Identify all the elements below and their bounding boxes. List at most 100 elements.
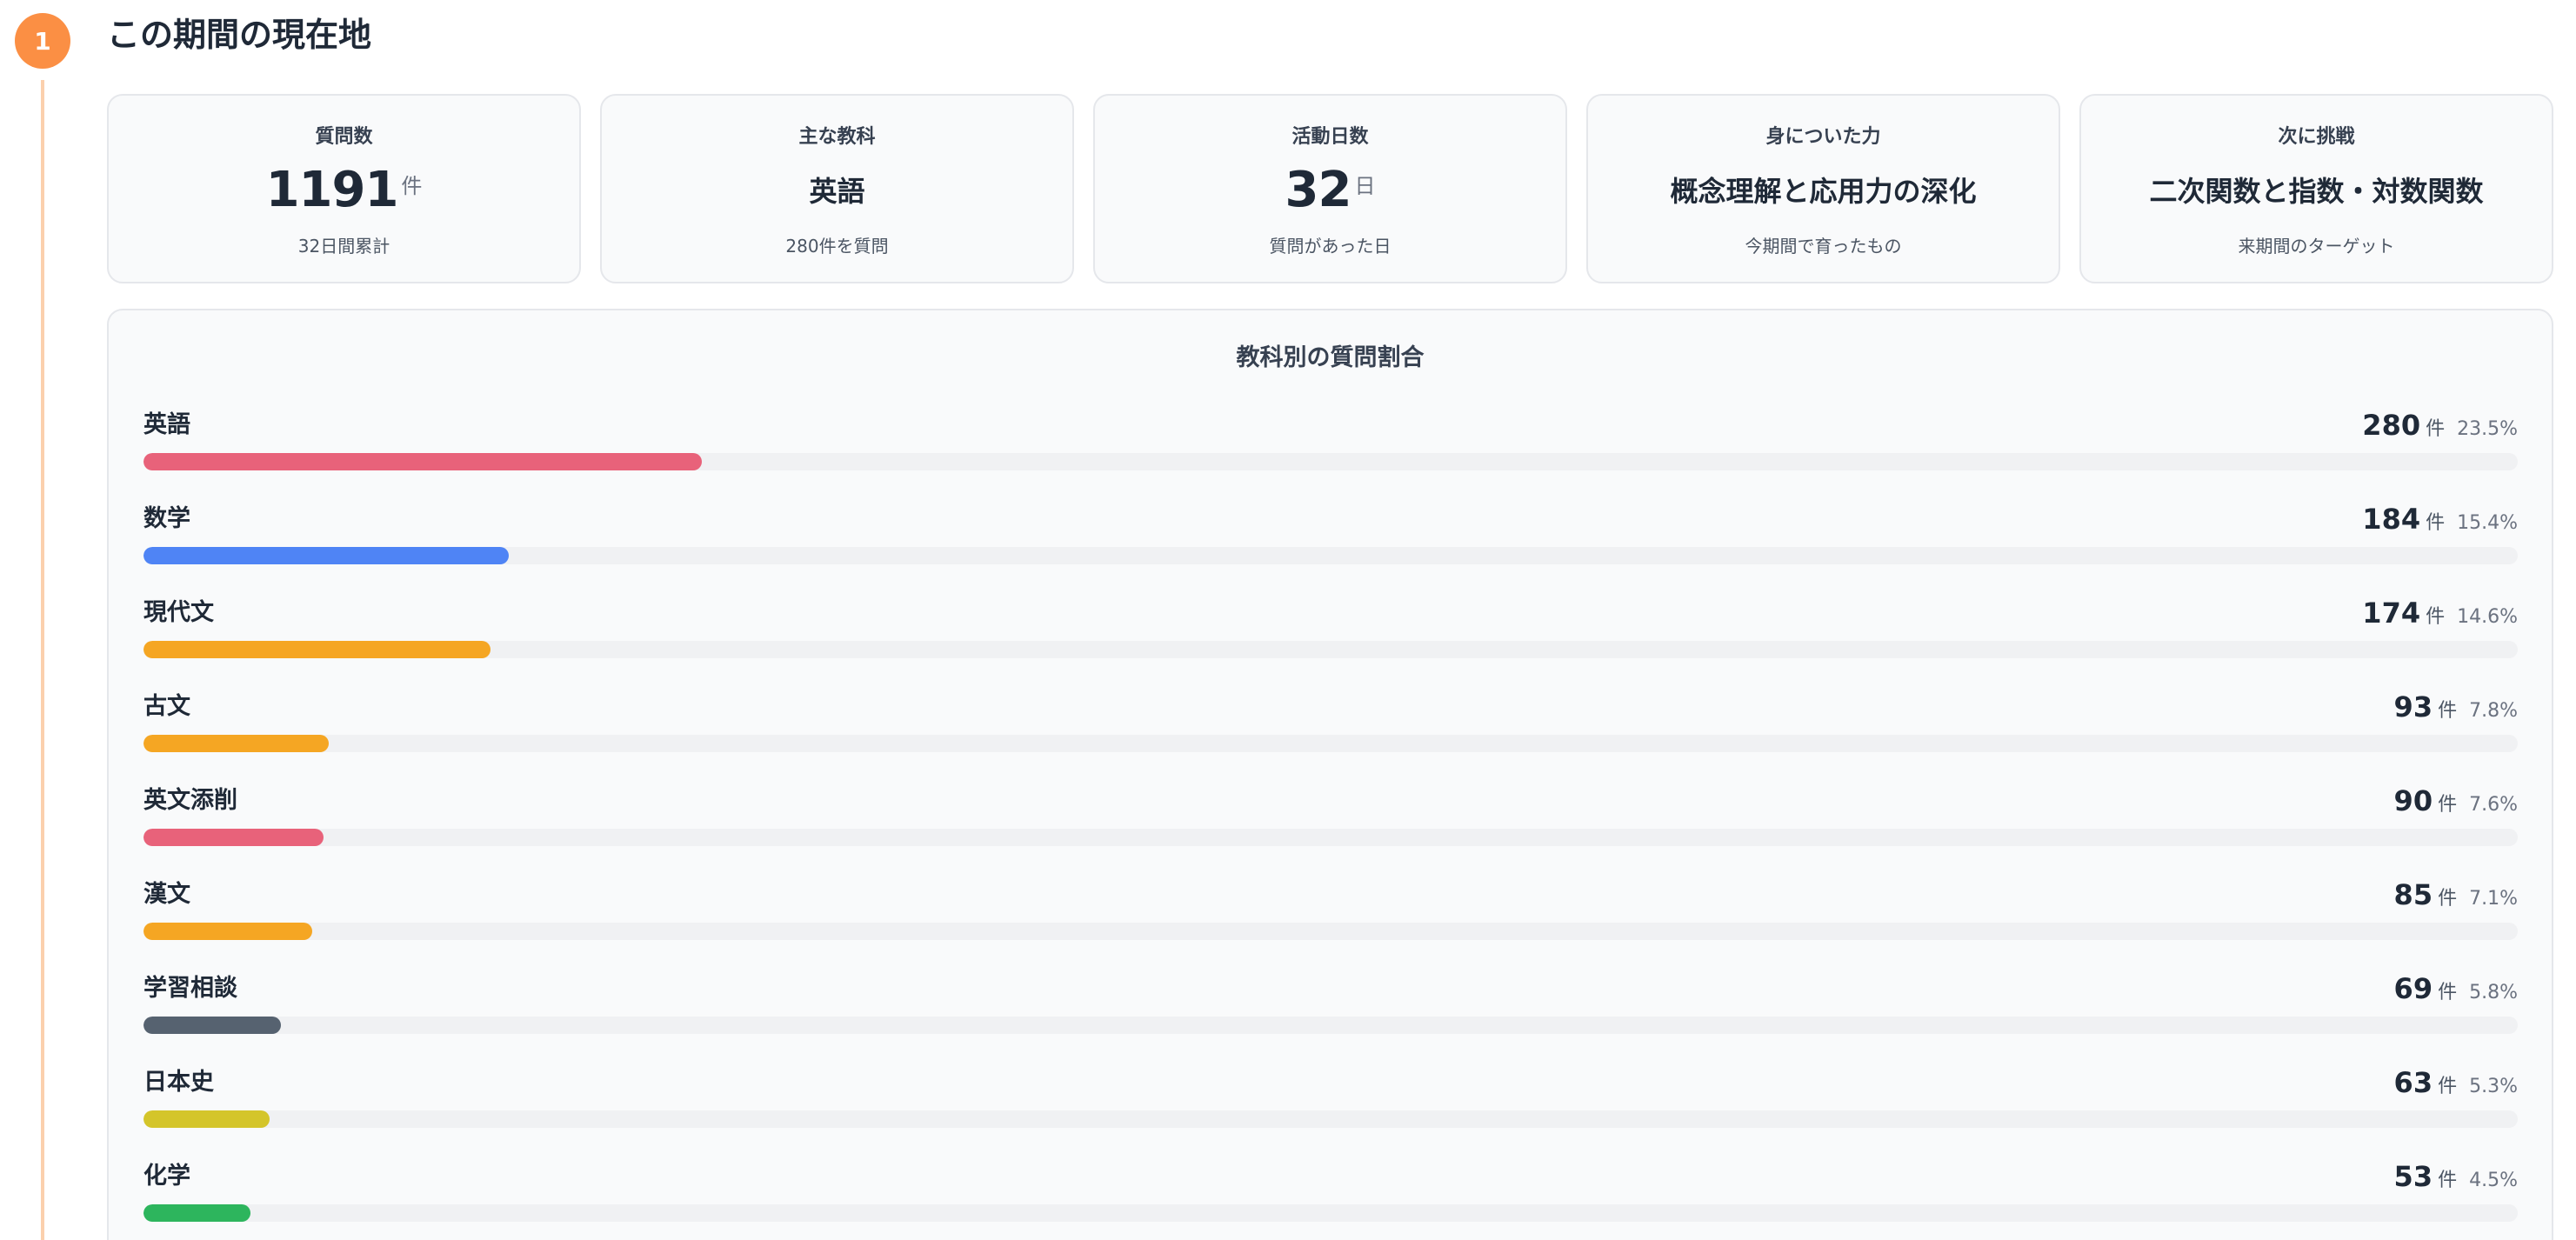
card-value: 二次関数と指数・対数関数 <box>2149 175 2484 208</box>
subject-row: 英文添削 90 件 7.6% <box>143 783 2518 877</box>
subject-count-unit: 件 <box>2438 982 2458 1003</box>
card-subtext: 32日間累計 <box>297 236 390 257</box>
progress-bar-track <box>143 547 2518 564</box>
subject-row: 現代文 174 件 14.6% <box>143 596 2518 690</box>
report-page: 1 この期間の現在地 質問数 1191 件 32日間累計 主な教科 英語 280… <box>0 0 2576 1240</box>
subject-stats: 53 件 4.5% <box>2394 1159 2518 1198</box>
card-subtext: 280件を質問 <box>785 236 889 257</box>
card-subtext: 来期間のターゲット <box>2238 236 2395 257</box>
subject-count: 69 <box>2393 972 2433 1005</box>
progress-bar-track <box>143 923 2518 940</box>
progress-bar-track <box>143 641 2518 658</box>
card-label: 質問数 <box>315 126 373 148</box>
card-value: 英語 <box>809 175 865 208</box>
progress-bar-fill <box>143 547 510 564</box>
subject-name: 古文 <box>143 693 190 720</box>
progress-bar-fill <box>143 1204 250 1222</box>
progress-bar-fill <box>143 1110 270 1128</box>
subject-count: 174 <box>2362 597 2421 630</box>
subject-stats: 63 件 5.3% <box>2394 1065 2518 1104</box>
subject-stats: 280 件 23.5% <box>2362 408 2518 447</box>
subject-name: 数学 <box>143 505 190 532</box>
subject-percentage: 7.6% <box>2469 794 2518 816</box>
subject-count: 90 <box>2393 784 2433 817</box>
subject-row: 古文 93 件 7.8% <box>143 690 2518 783</box>
subject-percentage: 7.1% <box>2469 888 2518 910</box>
card-label: 活動日数 <box>1291 126 1369 148</box>
subject-count: 63 <box>2393 1066 2433 1099</box>
card-next-challenge: 次に挑戦 二次関数と指数・対数関数 来期間のターゲット <box>2079 94 2553 283</box>
card-unit: 件 <box>401 173 423 198</box>
progress-bar-fill <box>143 735 329 752</box>
progress-bar-track <box>143 1204 2518 1222</box>
subject-percentage: 7.8% <box>2469 700 2518 722</box>
card-value-row: 英語 <box>809 153 864 226</box>
card-label: 次に挑戦 <box>2278 126 2355 148</box>
card-value-row: 概念理解と応用力の深化 <box>1670 153 1976 226</box>
card-main-subject: 主な教科 英語 280件を質問 <box>600 94 1074 283</box>
subject-stats: 93 件 7.8% <box>2394 690 2518 729</box>
progress-bar-fill <box>143 923 312 940</box>
subject-name: 漢文 <box>143 881 190 908</box>
summary-cards: 質問数 1191 件 32日間累計 主な教科 英語 280件を質問 活動日数 3… <box>107 94 2553 283</box>
subject-count: 53 <box>2393 1160 2433 1193</box>
card-skills-gained: 身についた力 概念理解と応用力の深化 今期間で育ったもの <box>1586 94 2060 283</box>
progress-bar-track <box>143 453 2518 470</box>
subject-stats: 174 件 14.6% <box>2362 596 2518 635</box>
subject-count-unit: 件 <box>2438 1170 2458 1191</box>
card-value: 32 <box>1285 161 1352 218</box>
subject-percentage: 4.5% <box>2469 1170 2518 1191</box>
progress-bar-track <box>143 735 2518 752</box>
subject-count-unit: 件 <box>2426 512 2446 534</box>
subject-stats: 69 件 5.8% <box>2394 971 2518 1010</box>
subject-count-unit: 件 <box>2438 794 2458 816</box>
subject-breakdown-panel: 教科別の質問割合 英語 280 件 23.5% 数学 184 件 15.4% 現代文 174 件 14… <box>107 309 2553 1240</box>
progress-bar-track <box>143 829 2518 846</box>
card-question-count: 質問数 1191 件 32日間累計 <box>107 94 581 283</box>
subject-row: 学習相談 69 件 5.8% <box>143 971 2518 1065</box>
subject-percentage: 5.3% <box>2469 1076 2518 1097</box>
subject-count: 280 <box>2362 409 2421 442</box>
subject-row: 日本史 63 件 5.3% <box>143 1065 2518 1159</box>
subject-percentage: 15.4% <box>2457 512 2518 534</box>
step-number-badge: 1 <box>15 13 70 69</box>
subject-percentage: 5.8% <box>2469 982 2518 1003</box>
subject-row: 数学 184 件 15.4% <box>143 502 2518 596</box>
breakdown-title: 教科別の質問割合 <box>1236 344 1425 371</box>
subject-row: 英語 280 件 23.5% <box>143 408 2518 502</box>
card-value: 1191 <box>265 161 399 218</box>
subject-percentage: 14.6% <box>2457 606 2518 628</box>
subject-count-unit: 件 <box>2438 700 2458 722</box>
card-value: 概念理解と応用力の深化 <box>1670 175 1977 208</box>
subject-percentage: 23.5% <box>2457 418 2518 440</box>
subject-name: 英文添削 <box>143 787 237 814</box>
card-label: 主な教科 <box>798 126 876 148</box>
subject-name: 学習相談 <box>143 975 237 1002</box>
subject-stats: 90 件 7.6% <box>2394 783 2518 823</box>
subject-name: 日本史 <box>143 1069 214 1096</box>
subject-name: 化学 <box>143 1163 190 1190</box>
card-value-row: 1191 件 <box>266 153 423 226</box>
subject-row: 化学 53 件 4.5% <box>143 1159 2518 1240</box>
subject-name: 現代文 <box>143 599 214 626</box>
subject-count-unit: 件 <box>2426 418 2446 440</box>
subject-count-unit: 件 <box>2426 606 2446 628</box>
progress-bar-fill <box>143 641 491 658</box>
subject-stats: 85 件 7.1% <box>2394 877 2518 917</box>
subject-stats: 184 件 15.4% <box>2362 502 2518 541</box>
card-value-row: 32 日 <box>1285 153 1376 226</box>
progress-bar-fill <box>143 829 324 846</box>
subject-count: 93 <box>2393 690 2433 723</box>
card-value-row: 二次関数と指数・対数関数 <box>2149 153 2483 226</box>
subject-rows: 英語 280 件 23.5% 数学 184 件 15.4% 現代文 174 件 14.6% 古文 93 件 7… <box>143 408 2518 1240</box>
subject-name: 英語 <box>143 411 190 438</box>
subject-count: 184 <box>2362 503 2421 536</box>
subject-count-unit: 件 <box>2438 1076 2458 1097</box>
subject-row: 漢文 85 件 7.1% <box>143 877 2518 971</box>
section-title: この期間の現在地 <box>107 16 372 54</box>
card-active-days: 活動日数 32 日 質問があった日 <box>1093 94 1567 283</box>
card-unit: 日 <box>1354 173 1376 198</box>
progress-bar-track <box>143 1110 2518 1128</box>
timeline-line <box>41 80 44 1240</box>
card-label: 身についた力 <box>1765 126 1881 148</box>
